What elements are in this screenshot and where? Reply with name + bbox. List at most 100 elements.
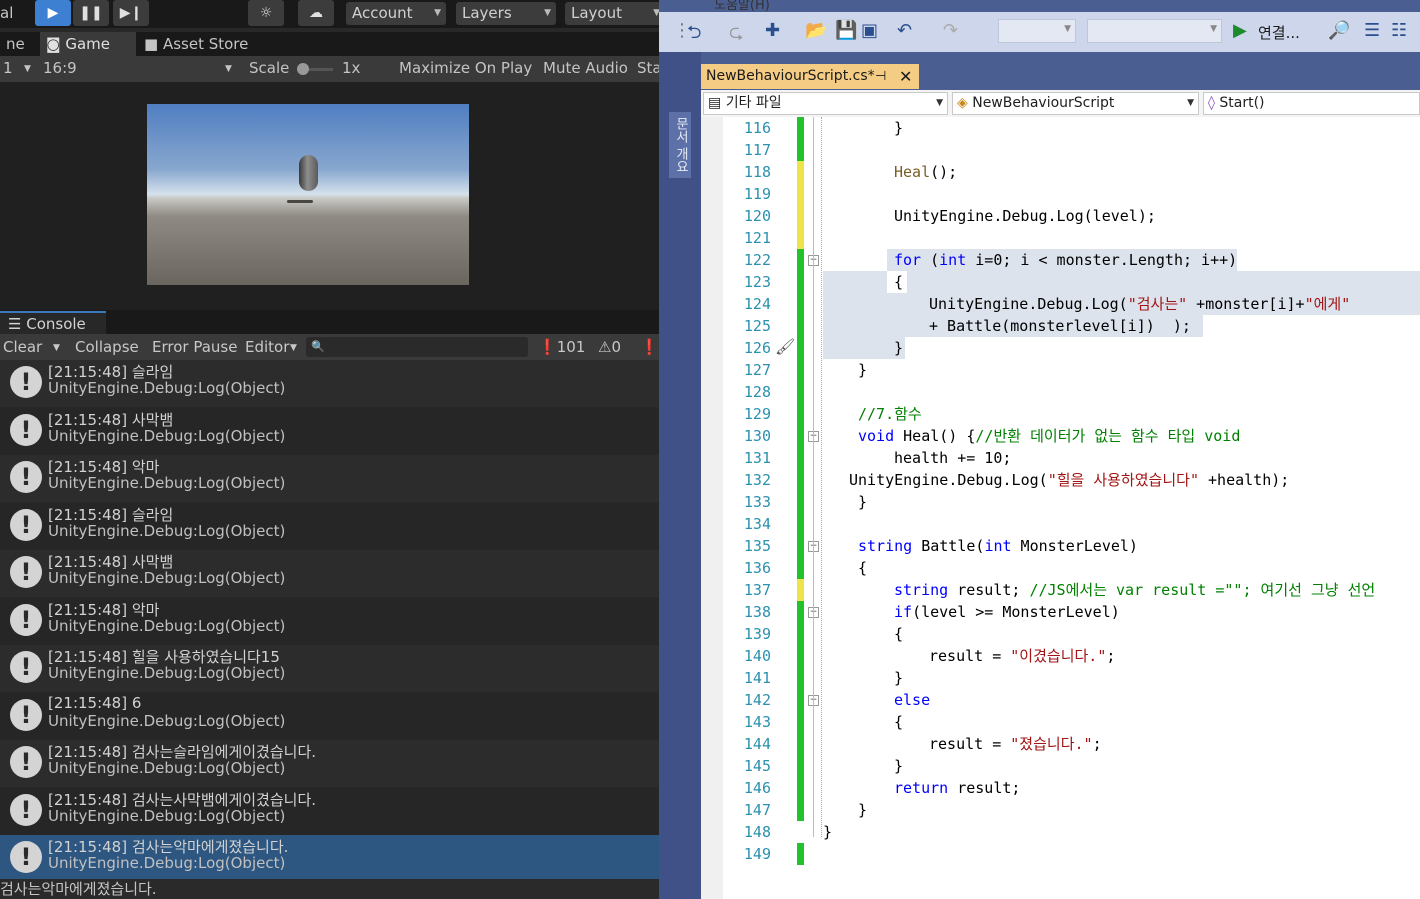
change-marker-unsaved <box>797 579 804 601</box>
log-filter-toggle[interactable]: ❗101 <box>538 338 585 356</box>
step-icon: ▶❙ <box>119 5 143 21</box>
open-folder-icon[interactable]: 📂 <box>805 20 827 41</box>
collapse-toggle[interactable]: Collapse <box>75 338 139 356</box>
save-all-icon[interactable]: ▣ <box>861 20 878 41</box>
project-label: 기타 파일 <box>725 95 782 111</box>
mute-audio-toggle[interactable]: Mute Audio <box>543 59 628 77</box>
log-source: UnityEngine.Debug:Log(Object) <box>48 806 286 825</box>
account-dropdown[interactable]: Account ▼ <box>346 2 446 25</box>
code-line-139: { <box>894 625 904 643</box>
line-number: 148 <box>743 823 771 841</box>
console-log-entry[interactable]: ! [21:15:48] 힐을 사용하였습니다15 UnityEngine.Debu… <box>0 645 659 692</box>
console-log-entry[interactable]: ! [21:15:48] 검사는슬라임에게이겼습니다. UnityEngine.De… <box>0 740 659 787</box>
console-search-input[interactable]: 🔍 <box>306 337 528 357</box>
format-icon[interactable]: ☰ <box>1364 20 1380 41</box>
forward-icon[interactable]: ⮎ <box>729 20 743 50</box>
info-icon: ! <box>10 841 42 873</box>
platform-select[interactable]: ▼ <box>1087 19 1222 43</box>
collab-button[interactable]: ☼ <box>248 0 284 26</box>
scale-slider-handle[interactable] <box>297 63 309 75</box>
log-source: UnityEngine.Debug:Log(Object) <box>48 569 286 587</box>
back-icon[interactable]: ⮌ <box>687 20 701 50</box>
token: void <box>858 427 895 445</box>
pause-button[interactable]: ❚❚ <box>73 0 109 26</box>
tab-asset-store[interactable]: ■ Asset Store <box>138 32 254 56</box>
console-log-entry[interactable]: ! [21:15:48] 검사는악마에게졌습니다. UnityEngine.Debu… <box>0 835 659 882</box>
cloud-button[interactable]: ☁ <box>298 0 334 26</box>
document-tab[interactable]: NewBehaviourScript.cs* ⊣ ✕ <box>701 64 919 89</box>
console-tabbar: ☰ Console <box>0 310 659 334</box>
attach-button[interactable]: 연결... <box>1258 22 1300 43</box>
scale-label: Scale <box>249 59 290 77</box>
cloud-icon: ☁ <box>309 5 323 21</box>
console-log-entry[interactable]: ! [21:15:48] 검사는사막뱀에게이겼습니다. UnityEngine.De… <box>0 787 659 835</box>
start-icon[interactable]: ▶ <box>1233 20 1247 41</box>
warning-filter-toggle[interactable]: ⚠0 <box>598 338 621 356</box>
console-log-entry[interactable]: ! [21:15:48] 악마 UnityEngine.Debug:Log(Obje… <box>0 455 659 502</box>
game-view-bar: 1 ▼ 16:9 ▼ Scale 1x Maximize On Play Mut… <box>0 56 659 82</box>
layout-label: Layout <box>571 4 622 22</box>
game-view[interactable] <box>0 82 659 310</box>
layers-dropdown[interactable]: Layers ▼ <box>456 2 556 25</box>
undo-icon[interactable]: ↶ <box>897 20 912 41</box>
find-icon[interactable]: 🔎 <box>1328 20 1350 41</box>
info-icon: ! <box>10 413 42 446</box>
quick-action-brush-icon[interactable]: 🖌 <box>775 337 795 356</box>
step-button[interactable]: ▶❙ <box>113 0 149 26</box>
member-dropdown[interactable]: ◊ Start() <box>1203 92 1420 115</box>
pin-icon[interactable]: ⊣ <box>875 64 886 89</box>
comment-icon[interactable]: ☷ <box>1391 20 1407 41</box>
stats-toggle[interactable]: Sta <box>637 59 659 77</box>
token: "이겼습니다." <box>1010 647 1107 665</box>
editor-dropdown[interactable]: Editor <box>245 338 289 356</box>
code-line-122: for (int i=0; i < monster.Length; i++) <box>894 249 1237 271</box>
document-outline-tab[interactable]: 문서 개요 <box>669 112 691 178</box>
info-icon: ❗ <box>538 338 557 356</box>
line-number: 127 <box>743 361 771 379</box>
code-line-120: UnityEngine.Debug.Log(level); <box>894 207 1156 225</box>
code-editor[interactable]: 116 117 118 119 120 121 122 123 124 125 126 127 128 1… <box>701 117 1420 899</box>
error-pause-toggle[interactable]: Error Pause <box>152 338 237 356</box>
display-select[interactable]: 1 <box>3 59 13 77</box>
change-marker-saved <box>797 249 804 579</box>
code-line-141: } <box>894 669 904 687</box>
code-line-123: { <box>894 273 904 291</box>
line-number: 135 <box>743 537 771 555</box>
console-log-entry[interactable]: ! [21:15:48] 사막뱀 UnityEngine.Debug:Log(Obj… <box>0 407 659 455</box>
console-log-entry[interactable]: ! [21:15:48] 6 UnityEngine.Debug:Log(Objec… <box>0 692 659 740</box>
line-number: 131 <box>743 449 771 467</box>
chevron-down-icon[interactable]: ▼ <box>53 343 60 353</box>
change-marker-unsaved <box>797 161 804 249</box>
tab-scene[interactable]: ne <box>0 32 31 56</box>
play-button[interactable]: ▶ <box>35 0 71 26</box>
console-log-entry[interactable]: ! [21:15:48] 사막뱀 UnityEngine.Debug:Log(Obj… <box>0 550 659 597</box>
layers-label: Layers <box>462 4 512 22</box>
project-dropdown[interactable]: ▤ 기타 파일 ▼ <box>703 92 948 115</box>
chevron-down-icon: ▼ <box>1064 24 1071 34</box>
aspect-select[interactable]: 16:9 <box>43 59 77 77</box>
class-dropdown[interactable]: ◈ NewBehaviourScript ▼ <box>952 92 1199 115</box>
class-label: NewBehaviourScript <box>972 95 1115 111</box>
line-number: 125 <box>743 317 771 335</box>
unity-toolbar: al ▶ ❚❚ ▶❙ ☼ ☁ Account ▼ Layers ▼ Layout ▼ <box>0 0 659 28</box>
console-log-list[interactable]: ! [21:15:48] 슬라임 UnityEngine.Debug:Log(Obj… <box>0 360 659 882</box>
log-count: 101 <box>556 338 586 356</box>
console-log-entry[interactable]: ! [21:15:48] 슬라임 UnityEngine.Debug:Log(Obj… <box>0 360 659 407</box>
token: ; <box>1106 647 1116 665</box>
new-item-icon[interactable]: ✚ <box>765 20 780 41</box>
tab-game[interactable]: ◙ Game <box>40 32 136 56</box>
code-line-129: //7.함수 <box>858 405 922 423</box>
redo-icon[interactable]: ↷ <box>943 20 958 41</box>
maximize-on-play-toggle[interactable]: Maximize On Play <box>399 59 532 77</box>
close-icon[interactable]: ✕ <box>899 64 912 89</box>
layout-dropdown[interactable]: Layout ▼ <box>565 2 659 25</box>
clear-button[interactable]: Clear <box>3 338 42 356</box>
editor-margin <box>701 117 723 899</box>
tab-console[interactable]: ☰ Console <box>0 311 106 334</box>
code-line-146: return result; <box>894 777 1020 799</box>
save-icon[interactable]: 💾 <box>835 20 857 41</box>
error-filter-toggle[interactable]: ❗ <box>640 338 659 356</box>
console-log-entry[interactable]: ! [21:15:48] 악마 UnityEngine.Debug:Log(Obje… <box>0 597 659 645</box>
console-log-entry[interactable]: ! [21:15:48] 슬라임 UnityEngine.Debug:Log(Obj… <box>0 502 659 550</box>
config-select[interactable]: ▼ <box>998 19 1076 43</box>
